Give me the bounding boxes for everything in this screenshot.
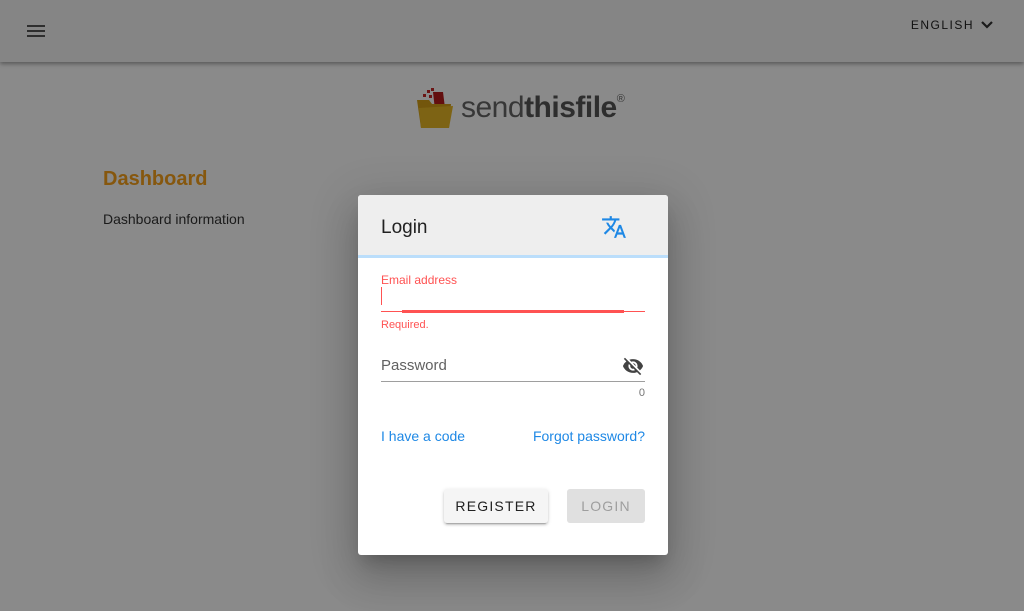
email-underline-active <box>402 310 624 313</box>
eye-off-icon[interactable] <box>622 355 644 377</box>
password-counter: 0 <box>638 387 645 399</box>
forgot-password-link[interactable]: Forgot password? <box>533 428 645 444</box>
register-button[interactable]: REGISTER <box>444 489 548 523</box>
email-error-message: Required. <box>381 319 429 331</box>
password-field[interactable] <box>381 353 611 377</box>
email-label: Email address <box>381 273 458 287</box>
have-code-link[interactable]: I have a code <box>381 428 465 444</box>
email-field[interactable] <box>381 287 645 309</box>
text-caret <box>381 287 382 305</box>
dialog-header: Login <box>358 195 668 258</box>
translate-icon[interactable] <box>601 214 627 240</box>
password-underline <box>381 381 645 382</box>
login-button[interactable]: LOGIN <box>567 489 645 523</box>
dialog-title: Login <box>381 217 428 238</box>
login-dialog: Login Email address Required. 0 I have a… <box>358 195 668 555</box>
